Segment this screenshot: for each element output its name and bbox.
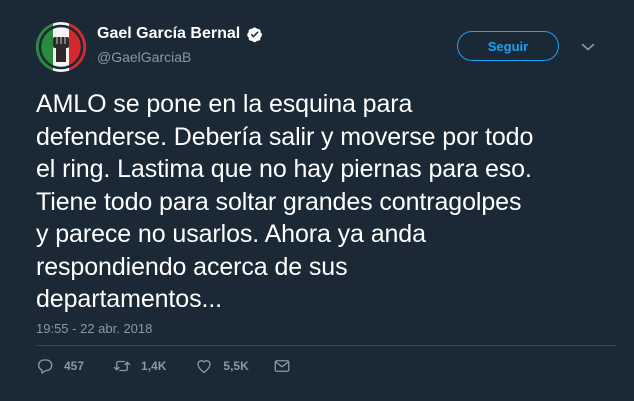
- chevron-down-icon[interactable]: [581, 42, 595, 52]
- like-count: 5,5K: [223, 359, 249, 373]
- tweet-line: AMLO se pone en la esquina para: [36, 90, 413, 118]
- retweet-icon: [113, 360, 131, 372]
- avatar[interactable]: [36, 22, 86, 72]
- tweet-line: respondiendo acerca de sus: [36, 252, 348, 281]
- avatar-fist-image: [36, 22, 86, 72]
- tweet-line: Tiene todo para soltar grandes contragol…: [36, 187, 522, 216]
- divider: [36, 345, 616, 346]
- tweet-line: defenderse. Debería salir y moverse por …: [36, 122, 534, 151]
- tweet-text: AMLO se pone en la esquina para defender…: [36, 88, 616, 316]
- user-info[interactable]: Gael García Bernal @GaelGarciaB: [97, 24, 263, 65]
- display-name-row[interactable]: Gael García Bernal: [97, 24, 263, 44]
- display-name[interactable]: Gael García Bernal: [97, 24, 240, 44]
- tweet-line: departamentos...: [36, 285, 223, 313]
- tweet-line: el ring. Lastima que no hay piernas para…: [36, 155, 532, 183]
- tweet-actions: 457 1,4K 5,5K: [36, 357, 291, 375]
- retweet-button[interactable]: 1,4K: [113, 357, 166, 375]
- verified-icon: [247, 26, 263, 42]
- like-button[interactable]: 5,5K: [195, 357, 249, 375]
- user-handle[interactable]: @GaelGarciaB: [97, 49, 263, 65]
- tweet-timestamp[interactable]: 19:55 - 22 abr. 2018: [36, 321, 152, 336]
- reply-button[interactable]: 457: [36, 357, 84, 375]
- like-icon: [197, 360, 212, 374]
- reply-count: 457: [64, 359, 85, 373]
- direct-message-button[interactable]: [273, 357, 291, 375]
- tweet-line: y parece no usarlos. Ahora ya anda: [36, 220, 426, 248]
- retweet-count: 1,4K: [141, 359, 167, 373]
- follow-button[interactable]: Seguir: [457, 31, 559, 61]
- reply-icon: [38, 359, 53, 374]
- message-icon: [274, 360, 290, 372]
